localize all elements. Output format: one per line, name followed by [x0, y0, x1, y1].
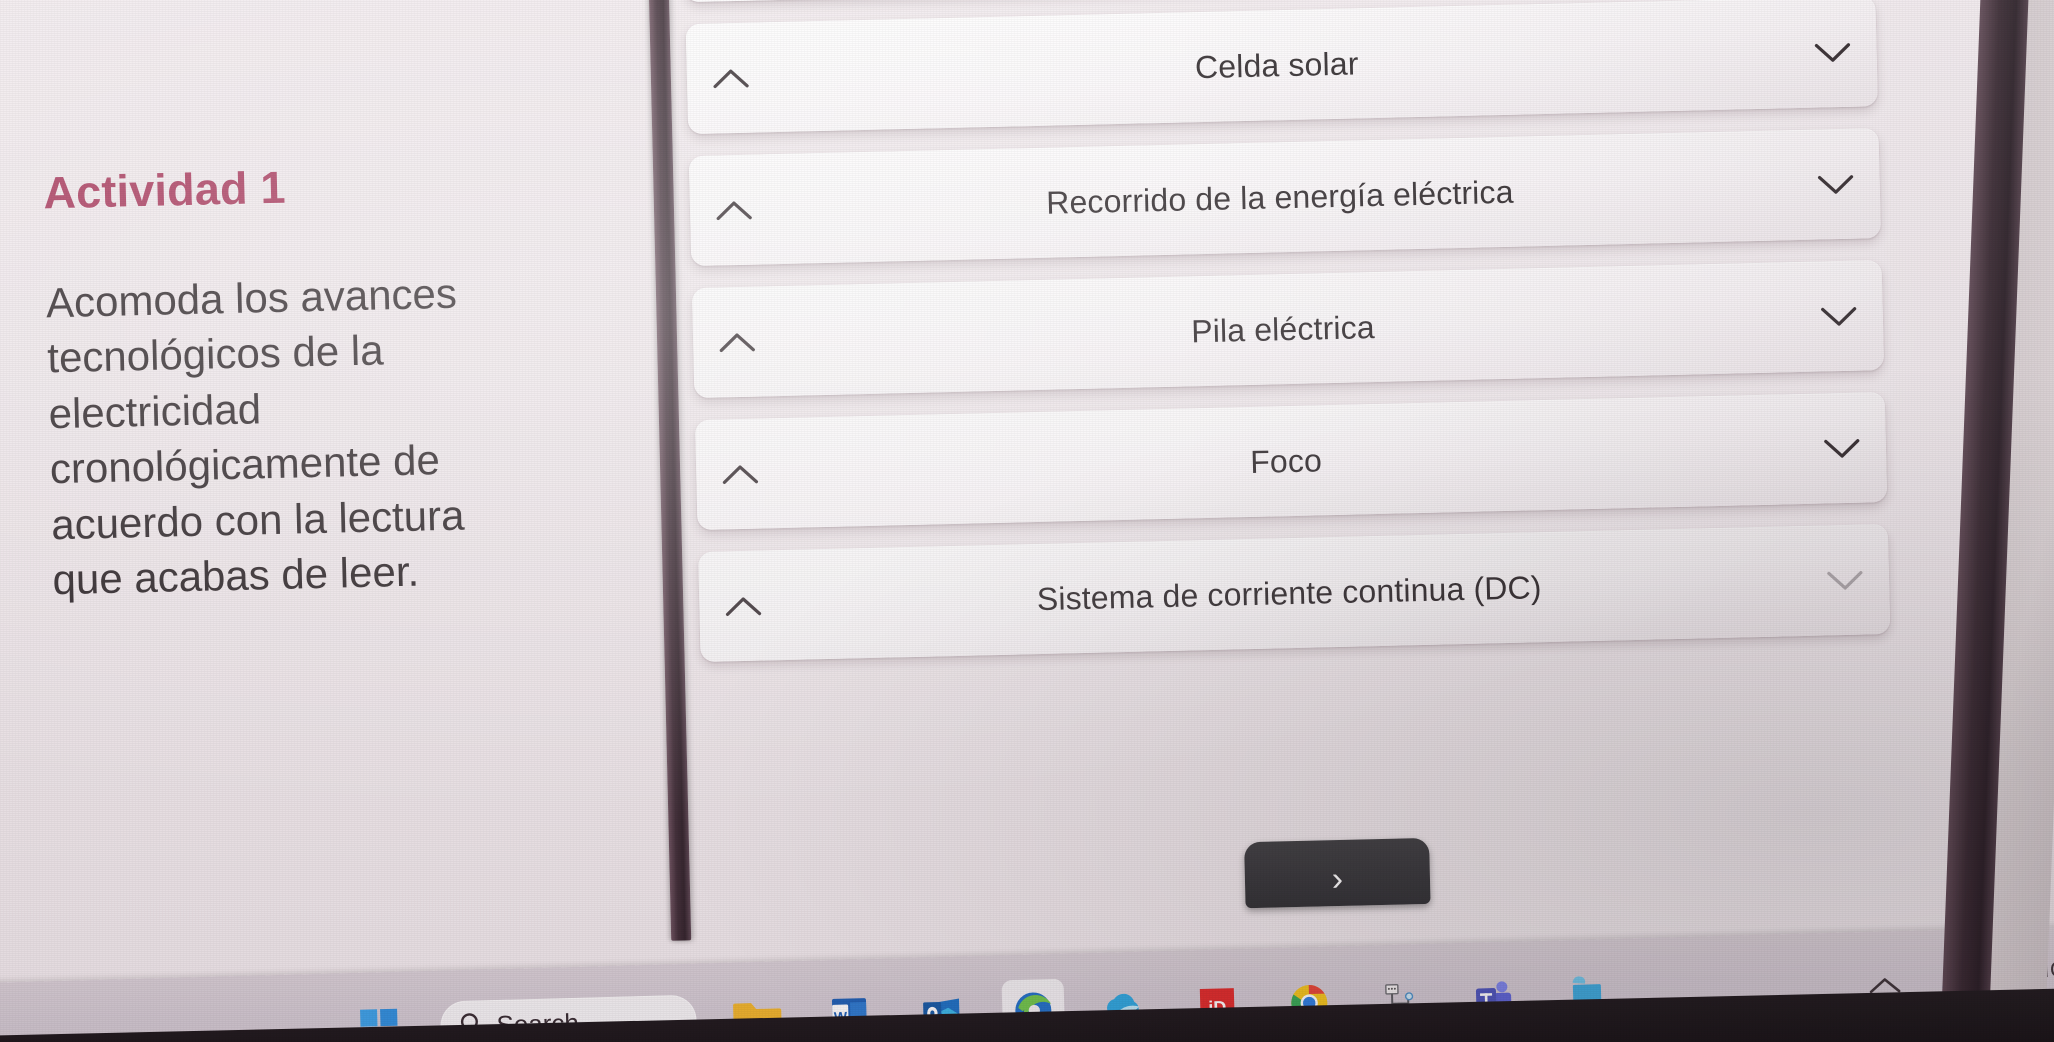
- list-item-label: Recorrido de la energía eléctrica: [1045, 173, 1514, 221]
- list-item-label: Foco: [1249, 441, 1323, 480]
- chevron-down-icon[interactable]: [1791, 170, 1880, 198]
- sortable-list: Pararrayos Celda solar Recorrido de la: [682, 0, 1891, 684]
- quiz-page: Actividad 1 Acomoda los avances tecnológ…: [0, 0, 2032, 998]
- list-item[interactable]: Foco: [694, 392, 1888, 531]
- list-item-label: Sistema de corriente continua (DC): [1036, 568, 1542, 617]
- chevron-right-icon: ›: [1331, 859, 1344, 899]
- list-item[interactable]: Pila eléctrica: [691, 260, 1885, 399]
- chevron-down-icon[interactable]: [1788, 38, 1877, 66]
- list-item[interactable]: Sistema de corriente continua (DC): [698, 524, 1891, 663]
- chevron-down-icon[interactable]: [1795, 302, 1884, 330]
- activity-instructions: Acomoda los avances tecnológicos de la e…: [45, 269, 465, 604]
- list-item-label: Celda solar: [1194, 44, 1359, 85]
- chevron-down-icon[interactable]: [1798, 434, 1887, 462]
- chevron-up-icon[interactable]: [687, 64, 776, 92]
- chevron-down-icon[interactable]: [1801, 566, 1890, 594]
- page-title: Actividad 1: [42, 161, 287, 219]
- list-item-label: Pila eléctrica: [1190, 308, 1376, 349]
- chevron-up-icon[interactable]: [693, 328, 782, 356]
- next-button[interactable]: ›: [1244, 837, 1431, 909]
- prompt-panel: Actividad 1 Acomoda los avances tecnológ…: [0, 3, 671, 938]
- chevron-up-icon[interactable]: [690, 196, 779, 224]
- list-item[interactable]: Recorrido de la energía eléctrica: [688, 128, 1882, 267]
- chevron-up-icon[interactable]: [696, 460, 785, 488]
- chevron-up-icon[interactable]: [699, 592, 788, 620]
- photographed-screen: Actividad 1 Acomoda los avances tecnológ…: [0, 0, 2054, 1042]
- list-item[interactable]: Celda solar: [685, 0, 1878, 135]
